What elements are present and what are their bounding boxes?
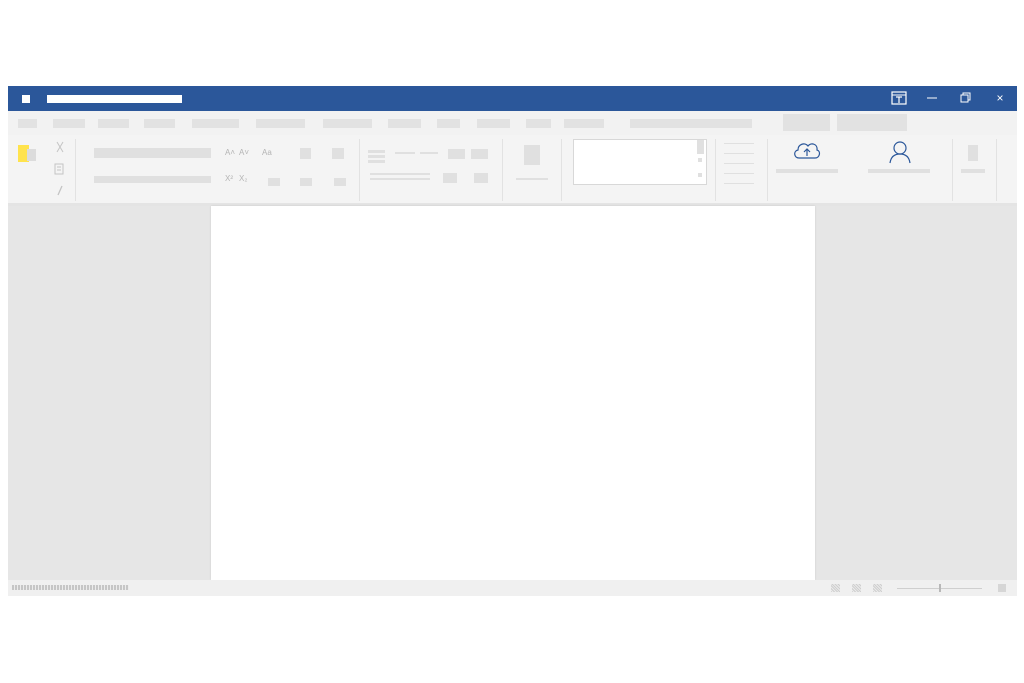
document-body[interactable]	[211, 206, 815, 580]
edit-group-label	[961, 169, 985, 173]
close-icon: ×	[996, 91, 1004, 105]
cloud-button-label	[776, 169, 838, 173]
format-painter-button[interactable]	[54, 183, 66, 196]
ribbon: A˄ A˅ Aa X² X₂	[8, 135, 1017, 206]
group-label	[516, 178, 548, 180]
editing-line	[724, 183, 754, 184]
highlight-button[interactable]	[268, 178, 280, 186]
group-separator	[996, 139, 997, 201]
group-separator	[75, 139, 76, 201]
account-button[interactable]	[783, 114, 830, 131]
menu-bar	[8, 111, 1017, 135]
paste-icon	[18, 145, 36, 162]
subscript-button[interactable]: X₂	[239, 174, 247, 184]
editing-line	[724, 173, 754, 174]
menu-item[interactable]	[526, 119, 551, 128]
group-separator	[952, 139, 953, 201]
read-mode-button[interactable]	[831, 584, 840, 592]
format-painter-icon	[57, 185, 63, 196]
replace-button[interactable]	[724, 153, 754, 154]
clear-format-button[interactable]	[300, 148, 311, 159]
user-icon	[889, 141, 911, 164]
share-tab-button[interactable]	[837, 114, 907, 131]
group-separator	[767, 139, 768, 201]
shrink-font-button[interactable]: A˅	[239, 148, 249, 158]
close-button[interactable]: ×	[983, 86, 1017, 111]
web-layout-button[interactable]	[873, 584, 882, 592]
paste-button[interactable]	[18, 145, 38, 165]
menu-item[interactable]	[564, 119, 604, 128]
styles-scroll-down[interactable]	[698, 158, 702, 162]
zoom-slider-thumb[interactable]	[938, 584, 941, 592]
styles-scroll-up[interactable]	[697, 140, 704, 154]
line-spacing-button[interactable]	[443, 173, 457, 183]
restore-button[interactable]	[948, 86, 982, 111]
status-bar	[8, 580, 1017, 596]
share-user-button[interactable]	[888, 139, 912, 165]
change-case-button[interactable]: Aa	[262, 148, 272, 158]
print-layout-button[interactable]	[852, 584, 861, 592]
copy-icon	[54, 163, 64, 175]
menu-item[interactable]	[144, 119, 175, 128]
title-bar: ×	[8, 86, 1017, 111]
document-workspace[interactable]	[8, 206, 1017, 580]
group-separator	[359, 139, 360, 201]
char-shading-button[interactable]	[334, 178, 346, 186]
group-separator	[715, 139, 716, 201]
font-color-button[interactable]	[300, 178, 312, 186]
menu-item[interactable]	[437, 119, 460, 128]
group-separator	[561, 139, 562, 201]
decrease-indent-button[interactable]	[448, 149, 465, 159]
tell-me-search[interactable]	[630, 119, 752, 128]
menu-item[interactable]	[192, 119, 239, 128]
ribbon-display-icon	[891, 91, 907, 105]
borders-button[interactable]	[524, 145, 540, 165]
ribbon-display-options-button[interactable]	[881, 86, 915, 111]
menu-item[interactable]	[53, 119, 85, 128]
copy-button[interactable]	[54, 162, 66, 175]
find-button[interactable]	[724, 143, 754, 144]
zoom-percent-button[interactable]	[998, 584, 1006, 592]
title-placeholder	[47, 95, 182, 103]
minimize-button[interactable]	[915, 86, 949, 111]
grow-font-button[interactable]: A˄	[225, 148, 235, 158]
bullets-button-line	[368, 160, 385, 163]
numbering-button[interactable]	[395, 152, 415, 154]
edit-icon[interactable]	[968, 145, 978, 161]
multilevel-list-button[interactable]	[420, 152, 438, 154]
word-window: × A˄ A˅ Aa X² X₂	[8, 86, 1017, 596]
menu-item[interactable]	[98, 119, 129, 128]
minimize-icon	[927, 97, 937, 99]
increase-indent-button[interactable]	[471, 149, 488, 159]
menu-item[interactable]	[18, 119, 37, 128]
shading-button[interactable]	[474, 173, 488, 183]
menu-item[interactable]	[323, 119, 372, 128]
align-buttons-line	[370, 178, 430, 180]
cut-icon	[56, 141, 64, 153]
bullets-button-line	[368, 155, 385, 158]
font-name-dropdown[interactable]	[94, 148, 211, 158]
restore-icon	[960, 92, 971, 103]
menu-item[interactable]	[388, 119, 421, 128]
share-button-label	[868, 169, 930, 173]
menu-item[interactable]	[256, 119, 305, 128]
group-separator	[502, 139, 503, 201]
menu-item[interactable]	[477, 119, 510, 128]
status-info	[12, 585, 129, 590]
styles-more[interactable]	[698, 173, 702, 177]
font-size-dropdown[interactable]	[94, 176, 211, 183]
select-button[interactable]	[724, 163, 754, 164]
bullets-button[interactable]	[368, 150, 385, 153]
save-to-cloud-button[interactable]	[792, 139, 822, 163]
cut-button[interactable]	[54, 140, 66, 153]
cloud-upload-icon	[794, 143, 821, 159]
styles-gallery[interactable]	[573, 139, 707, 185]
document-page[interactable]	[211, 206, 815, 580]
text-effects-button[interactable]	[332, 148, 344, 159]
app-icon[interactable]	[22, 95, 30, 103]
align-buttons[interactable]	[370, 173, 430, 175]
superscript-button[interactable]: X²	[225, 174, 233, 184]
